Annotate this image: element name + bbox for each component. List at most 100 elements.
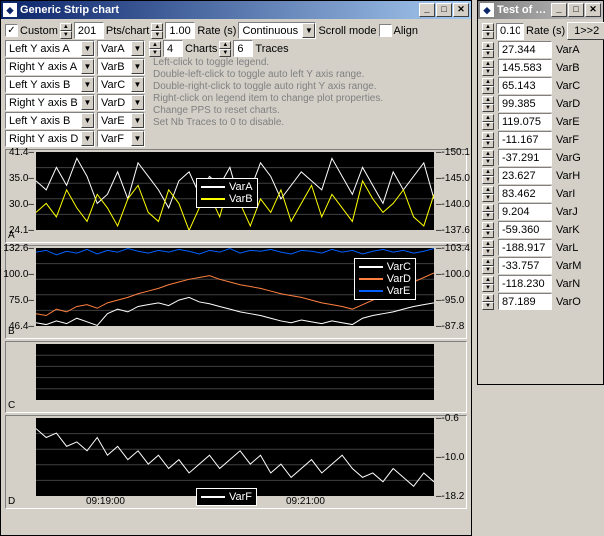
var-dropdown-0[interactable]: VarA▼ xyxy=(97,40,145,57)
pts-spinner[interactable]: ▲▼ xyxy=(60,23,72,39)
chart-D[interactable]: –-0.6–-10.0–-18.209:19:0009:21:00DVarF xyxy=(5,415,467,509)
legend-item[interactable]: VarB xyxy=(201,193,253,205)
traces-input[interactable] xyxy=(233,40,253,57)
custom-checkbox[interactable] xyxy=(5,24,18,37)
side-titlebar[interactable]: ◆ Test of Gene... _ □ ✕ xyxy=(478,1,603,19)
var-name-12: VarM xyxy=(556,260,581,272)
help-text: Right-click on legend item to change plo… xyxy=(149,93,471,105)
close-button[interactable]: ✕ xyxy=(453,3,469,17)
chevron-down-icon: ▼ xyxy=(131,131,144,146)
align-checkbox[interactable] xyxy=(379,24,392,37)
var-value-11[interactable] xyxy=(498,239,552,256)
var-spinner-9[interactable]: ▲▼ xyxy=(482,204,494,220)
chart-C[interactable]: C xyxy=(5,341,467,413)
var-spinner-4[interactable]: ▲▼ xyxy=(482,114,494,130)
chart-B[interactable]: 132.6–100.0–75.0–46.4––-103.4–-100.0–-95… xyxy=(5,245,467,339)
maximize-button[interactable]: □ xyxy=(568,3,584,17)
var-name-5: VarF xyxy=(556,134,579,146)
var-spinner-14[interactable]: ▲▼ xyxy=(482,294,494,310)
legend-item[interactable]: VarE xyxy=(359,285,411,297)
var-value-7[interactable] xyxy=(498,167,552,184)
var-spinner-6[interactable]: ▲▼ xyxy=(482,150,494,166)
mode-dropdown[interactable]: Continuous▼ xyxy=(238,22,316,39)
pts-input[interactable] xyxy=(74,22,104,39)
maximize-button[interactable]: □ xyxy=(436,3,452,17)
axis-dropdown-5[interactable]: Right Y axis D▼ xyxy=(5,130,95,147)
var-value-8[interactable] xyxy=(498,185,552,202)
axis-dropdown-3[interactable]: Right Y axis B▼ xyxy=(5,94,95,111)
legend-item[interactable]: VarA xyxy=(201,181,253,193)
var-spinner-10[interactable]: ▲▼ xyxy=(482,222,494,238)
var-value-13[interactable] xyxy=(498,275,552,292)
chevron-down-icon: ▼ xyxy=(81,95,94,110)
chevron-down-icon: ▼ xyxy=(131,95,144,110)
minimize-button[interactable]: _ xyxy=(419,3,435,17)
var-value-1[interactable] xyxy=(498,59,552,76)
side-rate-input[interactable] xyxy=(496,23,524,40)
legend-item[interactable]: VarD xyxy=(359,273,411,285)
var-spinner-3[interactable]: ▲▼ xyxy=(482,96,494,112)
var-dropdown-5[interactable]: VarF▼ xyxy=(97,130,145,147)
chart-label: C xyxy=(8,400,15,411)
legend-item[interactable]: VarF xyxy=(201,491,252,503)
chart-legend[interactable]: VarAVarB xyxy=(196,178,258,208)
var-dropdown-3[interactable]: VarD▼ xyxy=(97,94,145,111)
var-spinner-8[interactable]: ▲▼ xyxy=(482,186,494,202)
axis-dropdown-0[interactable]: Left Y axis A▼ xyxy=(5,40,95,57)
chart-label: B xyxy=(8,326,15,337)
window-title: Generic Strip chart xyxy=(20,4,419,16)
scroll-label: Scroll mode xyxy=(318,25,376,37)
rate-spinner[interactable]: ▲▼ xyxy=(151,23,163,39)
help-text: Change PPS to reset charts. xyxy=(149,105,471,117)
var-spinner-7[interactable]: ▲▼ xyxy=(482,168,494,184)
axis-dropdown-2[interactable]: Left Y axis B▼ xyxy=(5,76,95,93)
var-spinner-5[interactable]: ▲▼ xyxy=(482,132,494,148)
chart-legend[interactable]: VarF xyxy=(196,488,257,506)
var-value-6[interactable] xyxy=(498,149,552,166)
var-value-9[interactable] xyxy=(498,203,552,220)
align-label: Align xyxy=(394,25,418,37)
var-spinner-1[interactable]: ▲▼ xyxy=(482,60,494,76)
var-value-14[interactable] xyxy=(498,293,552,310)
side-rate-spinner[interactable]: ▲▼ xyxy=(482,23,494,39)
var-spinner-13[interactable]: ▲▼ xyxy=(482,276,494,292)
var-dropdown-4[interactable]: VarE▼ xyxy=(97,112,145,129)
var-value-12[interactable] xyxy=(498,257,552,274)
var-name-2: VarC xyxy=(556,80,580,92)
axis-dropdown-1[interactable]: Right Y axis A▼ xyxy=(5,58,95,75)
var-value-5[interactable] xyxy=(498,131,552,148)
var-value-2[interactable] xyxy=(498,77,552,94)
app-icon: ◆ xyxy=(3,3,17,17)
close-button[interactable]: ✕ xyxy=(585,3,601,17)
y-tick-right: –-18.2 xyxy=(436,491,464,502)
var-dropdown-1[interactable]: VarB▼ xyxy=(97,58,145,75)
var-spinner-11[interactable]: ▲▼ xyxy=(482,240,494,256)
y-tick-right: –-10.0 xyxy=(436,452,464,463)
rate-input[interactable] xyxy=(165,22,195,39)
y-tick-right: –-140.0 xyxy=(436,199,470,210)
var-dropdown-2[interactable]: VarC▼ xyxy=(97,76,145,93)
var-value-3[interactable] xyxy=(498,95,552,112)
titlebar[interactable]: ◆ Generic Strip chart _ □ ✕ xyxy=(1,1,471,19)
copy-button[interactable]: 1>>2 xyxy=(567,22,604,40)
chevron-down-icon: ▼ xyxy=(81,77,94,92)
chart-A[interactable]: 41.4–35.0–30.0–24.1––-150.1–-145.0–-140.… xyxy=(5,149,467,243)
var-spinner-2[interactable]: ▲▼ xyxy=(482,78,494,94)
y-tick-left: 41.4– xyxy=(9,147,34,158)
axis-dropdown-4[interactable]: Left Y axis B▼ xyxy=(5,112,95,129)
var-value-4[interactable] xyxy=(498,113,552,130)
var-value-0[interactable] xyxy=(498,41,552,58)
var-name-9: VarJ xyxy=(556,206,578,218)
main-window: ◆ Generic Strip chart _ □ ✕ Custom ▲▼ Pt… xyxy=(0,0,472,536)
traces-spinner[interactable]: ▲▼ xyxy=(219,41,231,57)
charts-input[interactable] xyxy=(163,40,183,57)
var-value-10[interactable] xyxy=(498,221,552,238)
charts-spinner[interactable]: ▲▼ xyxy=(149,41,161,57)
y-tick-right: –-100.0 xyxy=(436,269,470,280)
var-spinner-0[interactable]: ▲▼ xyxy=(482,42,494,58)
minimize-button[interactable]: _ xyxy=(551,3,567,17)
var-spinner-12[interactable]: ▲▼ xyxy=(482,258,494,274)
legend-item[interactable]: VarC xyxy=(359,261,411,273)
chart-legend[interactable]: VarCVarDVarE xyxy=(354,258,416,300)
y-tick-right: –-137.6 xyxy=(436,225,470,236)
